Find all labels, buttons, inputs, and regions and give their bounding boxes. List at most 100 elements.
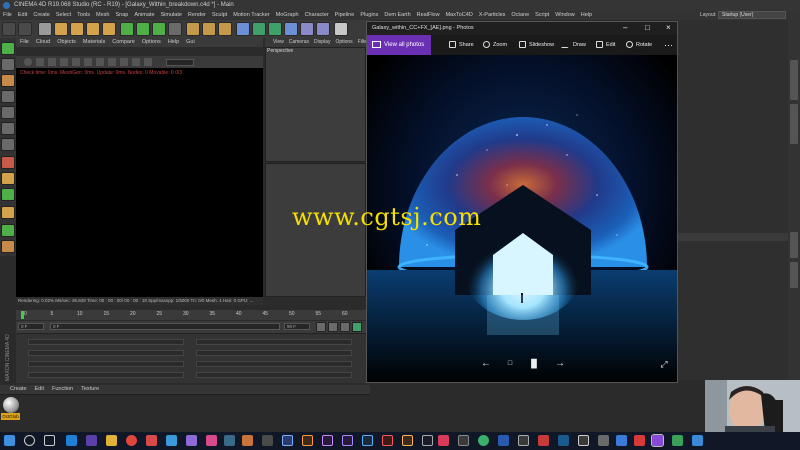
app-icon-1[interactable]: [86, 435, 97, 446]
menu-x-particles[interactable]: X-Particles: [479, 11, 506, 20]
app-icon-8[interactable]: [262, 435, 273, 446]
position-y-field[interactable]: [28, 350, 184, 356]
model-mode-icon[interactable]: [1, 58, 15, 71]
menu-dem-earth[interactable]: Dem Earth: [384, 11, 410, 20]
menu-tools[interactable]: Tools: [77, 11, 90, 20]
position-x-field[interactable]: [28, 339, 184, 345]
tweak-icon[interactable]: [1, 172, 15, 185]
subdivision-icon[interactable]: [252, 22, 266, 36]
app-icon-20[interactable]: [616, 435, 627, 446]
layout-dropdown[interactable]: Startup (User): [718, 11, 786, 19]
size-z-field[interactable]: [196, 361, 352, 367]
size-y-field[interactable]: [196, 350, 352, 356]
windows-start-icon[interactable]: [4, 435, 15, 446]
menu-help[interactable]: Help: [581, 11, 592, 20]
menu-edit[interactable]: Edit: [18, 11, 27, 20]
premiere-icon[interactable]: [322, 435, 333, 446]
task-view-icon[interactable]: [44, 435, 55, 446]
frame-range-slider[interactable]: 0 F: [50, 323, 280, 330]
persp-menu-filter[interactable]: Filter: [358, 38, 366, 47]
position-z-field[interactable]: [28, 361, 184, 367]
snap-icon[interactable]: [1, 188, 15, 201]
file-explorer-icon[interactable]: [106, 435, 117, 446]
app-icon-16[interactable]: [518, 435, 529, 446]
play-forward-icon[interactable]: [352, 322, 362, 332]
maximize-icon[interactable]: □: [645, 22, 650, 34]
menu-window[interactable]: Window: [555, 11, 575, 20]
rotate-icon[interactable]: [86, 22, 100, 36]
app-icon-17[interactable]: [558, 435, 569, 446]
persp-menu-cameras[interactable]: Cameras: [289, 38, 309, 47]
material-menu-function[interactable]: Function: [52, 385, 73, 394]
frame-end-field[interactable]: 90 F: [284, 323, 310, 330]
lock-icon[interactable]: [72, 58, 80, 66]
solo-icon[interactable]: [1, 240, 15, 253]
move-icon[interactable]: [54, 22, 68, 36]
delete-icon[interactable]: █: [527, 357, 541, 371]
app-icon-19[interactable]: [598, 435, 609, 446]
more-options-button[interactable]: ⋯: [664, 35, 673, 55]
menu-maxtoc4d[interactable]: MaxToC4D: [446, 11, 473, 20]
viewer-menu-compare[interactable]: Compare: [112, 38, 135, 47]
render-picture-viewer-icon[interactable]: [202, 22, 216, 36]
app-icon-13[interactable]: [438, 435, 449, 446]
render-settings-icon[interactable]: [218, 22, 232, 36]
photos-app-icon[interactable]: [651, 434, 664, 447]
persp-menu-options[interactable]: Options: [335, 38, 352, 47]
edge-icon[interactable]: [66, 435, 77, 446]
app-icon-18[interactable]: [578, 435, 589, 446]
reset-render-icon[interactable]: [60, 58, 68, 66]
frame-start-field[interactable]: 0 F: [18, 323, 44, 330]
focus-icon[interactable]: [120, 58, 128, 66]
menu-octane[interactable]: Octane: [511, 11, 529, 20]
material-name[interactable]: OctGlob: [1, 413, 20, 420]
menu-simulate[interactable]: Simulate: [161, 11, 182, 20]
viewer-menu-cloud[interactable]: Cloud: [36, 38, 50, 47]
menu-create[interactable]: Create: [33, 11, 50, 20]
start-render-icon[interactable]: [24, 58, 32, 66]
menu-character[interactable]: Character: [305, 11, 329, 20]
search-icon[interactable]: [24, 435, 35, 446]
points-mode-icon[interactable]: [1, 106, 15, 119]
viewer-menu-gui[interactable]: Gui: [186, 38, 195, 47]
edges-mode-icon[interactable]: [1, 122, 15, 135]
pick-icon[interactable]: [96, 58, 104, 66]
redo-icon[interactable]: [18, 22, 32, 36]
menu-realflow[interactable]: RealFlow: [417, 11, 440, 20]
acrobat-icon[interactable]: [538, 435, 549, 446]
size-mode-dropdown[interactable]: [196, 372, 352, 378]
app-icon-14[interactable]: [458, 435, 469, 446]
app-icon-12[interactable]: [422, 435, 433, 446]
play-backward-icon[interactable]: [340, 322, 350, 332]
pause-render-icon[interactable]: [48, 58, 56, 66]
zoom-button[interactable]: Zoom: [483, 35, 507, 55]
previous-frame-icon[interactable]: [328, 322, 338, 332]
close-icon[interactable]: ×: [666, 22, 671, 34]
menu-pipeline[interactable]: Pipeline: [335, 11, 355, 20]
deformer-icon[interactable]: [284, 22, 298, 36]
lock-workplane-icon[interactable]: [1, 206, 15, 219]
x-axis-icon[interactable]: [120, 22, 134, 36]
app-icon-2[interactable]: [146, 435, 157, 446]
illustrator-icon[interactable]: [302, 435, 313, 446]
chrome-icon[interactable]: [126, 435, 137, 446]
add-to-album-icon[interactable]: □: [503, 357, 517, 371]
live-viewer-canvas[interactable]: [16, 68, 263, 297]
viewer-menu-options[interactable]: Options: [142, 38, 161, 47]
size-x-field[interactable]: [196, 339, 352, 345]
app-icon-15[interactable]: [478, 435, 489, 446]
menu-snap[interactable]: Snap: [115, 11, 128, 20]
coordinate-system-icon[interactable]: [168, 22, 182, 36]
material-menu-edit[interactable]: Edit: [35, 385, 44, 394]
previous-photo-icon[interactable]: ←: [479, 357, 493, 371]
scene-icon[interactable]: [300, 22, 314, 36]
coordinate-mode-dropdown[interactable]: [28, 372, 184, 378]
app-icon-10[interactable]: [382, 435, 393, 446]
tab-layers[interactable]: [790, 262, 798, 288]
render-view-icon[interactable]: [186, 22, 200, 36]
recent-tool-icon[interactable]: [102, 22, 116, 36]
menu-mograph[interactable]: MoGraph: [276, 11, 299, 20]
texture-mode-icon[interactable]: [1, 74, 15, 87]
menu-sculpt[interactable]: Sculpt: [212, 11, 227, 20]
app-icon-4[interactable]: [186, 435, 197, 446]
